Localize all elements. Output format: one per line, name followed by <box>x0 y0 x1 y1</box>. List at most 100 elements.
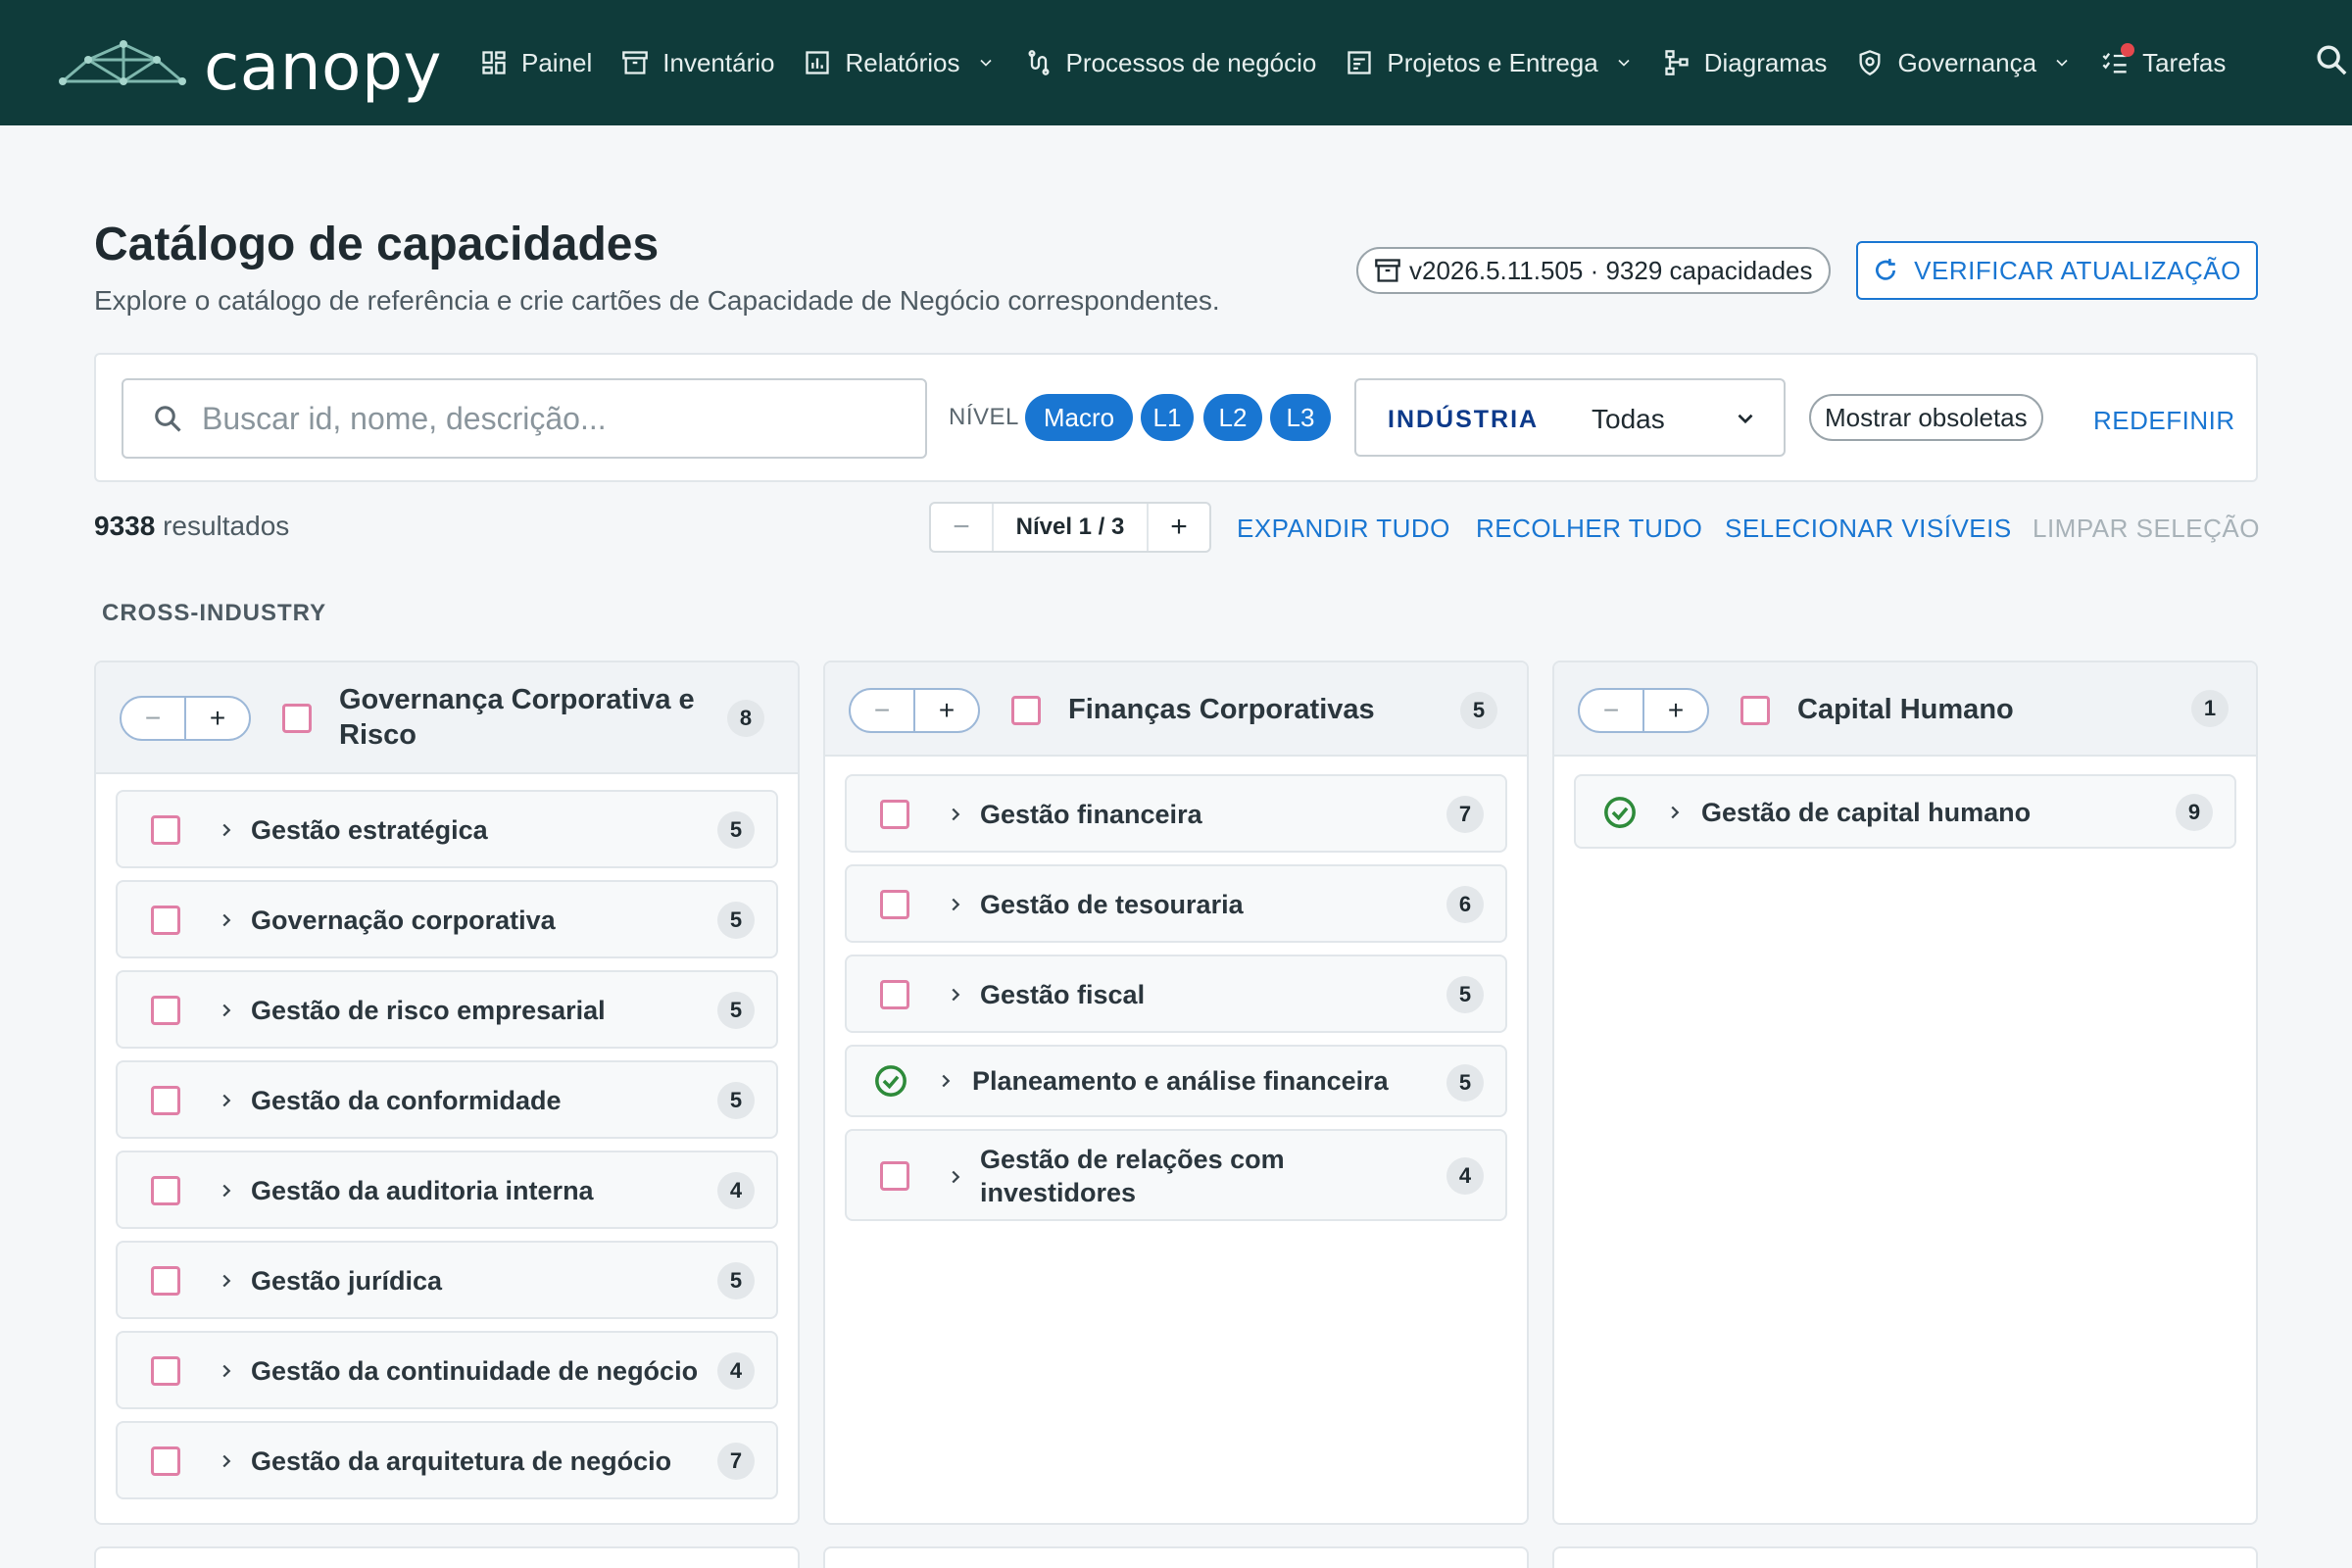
column-expand-button[interactable]: + <box>186 698 249 739</box>
check-update-button[interactable]: VERIFICAR ATUALIZAÇÃO <box>1856 241 2258 300</box>
nav-item-painel[interactable]: Painel <box>480 33 592 92</box>
chevron-right-icon[interactable] <box>945 894 966 915</box>
item-checkbox[interactable] <box>880 980 909 1009</box>
page-subtitle: Explore o catálogo de referência e crie … <box>94 285 1220 316</box>
chevron-right-icon[interactable] <box>216 819 237 841</box>
capability-item[interactable]: Gestão estratégica 5 <box>116 790 778 868</box>
select-visible-button[interactable]: SELECIONAR VISÍVEIS <box>1725 514 2012 544</box>
capability-item[interactable]: Gestão financeira 7 <box>845 774 1507 853</box>
results-suffix: resultados <box>163 511 290 541</box>
depth-increase-button[interactable]: + <box>1147 504 1209 551</box>
chevron-down-icon <box>2056 59 2068 67</box>
item-label: Planeamento e análise financeira <box>972 1066 1389 1096</box>
item-label: Gestão de risco empresarial <box>251 996 606 1025</box>
item-checkbox[interactable] <box>151 815 180 845</box>
chevron-down-icon <box>979 59 992 67</box>
column-expand-button[interactable]: + <box>1644 690 1707 731</box>
item-checkbox[interactable] <box>151 906 180 935</box>
canopy-logo-icon <box>59 39 186 85</box>
nav-item-diagramas[interactable]: Diagramas <box>1663 33 1827 92</box>
archive-icon <box>622 51 649 74</box>
capability-item[interactable]: Gestão jurídica 5 <box>116 1241 778 1319</box>
expand-all-button[interactable]: EXPANDIR TUDO <box>1237 514 1450 544</box>
level-chip-l3[interactable]: L3 <box>1270 394 1331 441</box>
column-collapse-button[interactable]: − <box>1580 690 1644 731</box>
nav-item-relatorios[interactable]: Relatórios <box>804 33 995 92</box>
chevron-right-icon[interactable] <box>935 1070 956 1092</box>
chevron-right-icon[interactable] <box>216 1270 237 1292</box>
chevron-right-icon[interactable] <box>945 804 966 825</box>
column-checkbox[interactable] <box>1011 696 1041 725</box>
catalog-search-input[interactable] <box>202 400 888 437</box>
item-count-badge: 5 <box>717 1262 755 1299</box>
column-depth-stepper: − + <box>849 688 980 733</box>
chevron-right-icon[interactable] <box>216 1180 237 1201</box>
column-collapse-button[interactable]: − <box>851 690 915 731</box>
column-collapse-button[interactable]: − <box>122 698 186 739</box>
chevron-right-icon[interactable] <box>216 1360 237 1382</box>
notification-dot <box>2121 43 2135 57</box>
chevron-right-icon[interactable] <box>945 1166 966 1188</box>
check-circle-icon <box>1604 797 1636 828</box>
column-checkbox[interactable] <box>1740 696 1770 725</box>
capability-item[interactable]: Gestão da conformidade 5 <box>116 1060 778 1139</box>
item-label: Governação corporativa <box>251 906 556 935</box>
filter-panel: NÍVEL Macro L1 L2 L3 INDÚSTRIA Todas Mos… <box>94 353 2258 482</box>
capability-item[interactable]: Gestão da continuidade de negócio 4 <box>116 1331 778 1409</box>
item-checkbox[interactable] <box>151 1086 180 1115</box>
nav-item-inventario[interactable]: Inventário <box>621 33 774 92</box>
nav-label: Tarefas <box>2142 47 2227 77</box>
column-expand-button[interactable]: + <box>915 690 978 731</box>
item-checkbox[interactable] <box>151 1266 180 1296</box>
item-checkbox[interactable] <box>880 890 909 919</box>
chevron-right-icon[interactable] <box>216 1000 237 1021</box>
show-obsolete-toggle[interactable]: Mostrar obsoletas <box>1809 394 2043 441</box>
chevron-right-icon[interactable] <box>216 909 237 931</box>
industry-select[interactable]: INDÚSTRIA Todas <box>1354 378 1786 457</box>
chevron-right-icon[interactable] <box>216 1090 237 1111</box>
capability-item[interactable]: Gestão de risco empresarial 5 <box>116 970 778 1049</box>
item-count-badge: 5 <box>717 1082 755 1119</box>
item-checkbox[interactable] <box>151 1176 180 1205</box>
capability-item[interactable]: Governação corporativa 5 <box>116 880 778 958</box>
column-title-line: Capital Humano <box>1797 694 2014 725</box>
capability-item[interactable]: Gestão da auditoria interna 4 <box>116 1151 778 1229</box>
clear-selection-button[interactable]: LIMPAR SELEÇÃO <box>2033 514 2260 544</box>
shield-icon <box>1859 50 1881 75</box>
chevron-right-icon[interactable] <box>216 1450 237 1472</box>
nav-item-governanca[interactable]: Governança <box>1856 33 2072 92</box>
capability-item[interactable]: Gestão fiscal 5 <box>845 955 1507 1033</box>
catalog-search[interactable] <box>122 378 927 459</box>
reset-filters-button[interactable]: REDEFINIR <box>2093 406 2235 436</box>
item-checkbox[interactable] <box>880 1161 909 1191</box>
level-chip-l1[interactable]: L1 <box>1141 394 1194 441</box>
archive-icon <box>1375 259 1400 282</box>
nav-item-projetos[interactable]: Projetos e Entrega <box>1346 33 1633 92</box>
chevron-right-icon[interactable] <box>945 984 966 1005</box>
nav-item-processos[interactable]: Processos de negócio <box>1025 33 1316 92</box>
depth-value: Nível 1 / 3 <box>1015 514 1125 540</box>
capability-item[interactable]: Gestão de relações com investidores 4 <box>845 1129 1507 1221</box>
item-checkbox[interactable] <box>880 800 909 829</box>
item-checkbox[interactable] <box>151 1446 180 1476</box>
collapse-all-button[interactable]: RECOLHER TUDO <box>1476 514 1702 544</box>
global-search-button[interactable] <box>2315 43 2352 80</box>
chevron-right-icon[interactable] <box>1664 802 1686 823</box>
capability-item[interactable]: Gestão da arquitetura de negócio 7 <box>116 1421 778 1499</box>
item-label-line: Gestão de relações com <box>980 1145 1285 1174</box>
column-count-badge: 8 <box>727 700 764 737</box>
level-chip-macro[interactable]: Macro <box>1025 394 1133 441</box>
capability-item-existing[interactable]: Gestão de capital humano 9 <box>1574 774 2236 849</box>
level-chip-l2[interactable]: L2 <box>1203 394 1262 441</box>
nav-item-tarefas[interactable]: Tarefas <box>2101 33 2226 92</box>
column-title-line: Governança Corporativa e <box>339 684 695 715</box>
refresh-icon <box>1876 259 1896 280</box>
item-checkbox[interactable] <box>151 1356 180 1386</box>
brand-logo[interactable]: canopy <box>59 29 442 105</box>
column-checkbox[interactable] <box>282 704 312 733</box>
capability-column: − + Governança Corporativa e Risco 8 Ges… <box>94 661 800 1525</box>
item-checkbox[interactable] <box>151 996 180 1025</box>
depth-decrease-button[interactable]: − <box>931 504 994 551</box>
capability-item[interactable]: Gestão de tesouraria 6 <box>845 864 1507 943</box>
capability-item-existing[interactable]: Planeamento e análise financeira 5 <box>845 1045 1507 1117</box>
